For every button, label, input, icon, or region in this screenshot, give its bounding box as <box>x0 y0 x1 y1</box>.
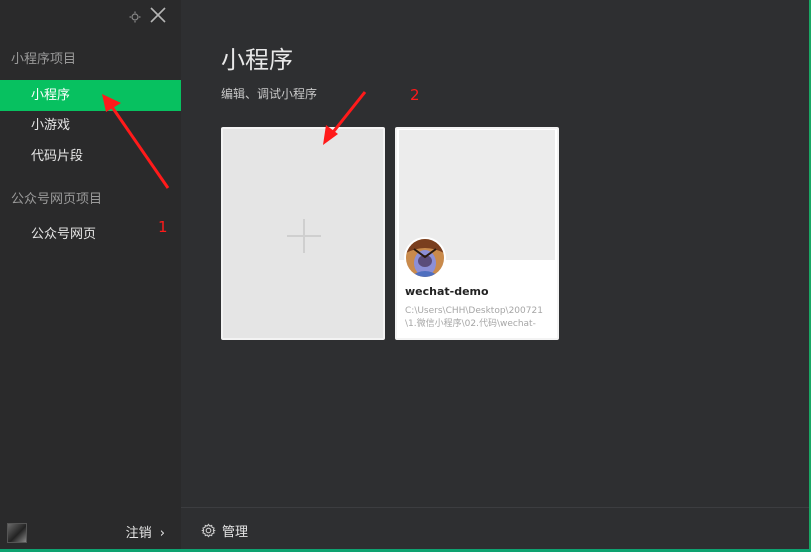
chevron-right-icon: › <box>159 526 165 541</box>
sidebar-item-miniprogram[interactable]: 小程序 <box>0 80 181 111</box>
annotation-number-2: 2 <box>410 86 420 104</box>
page-subtitle: 编辑、调试小程序 <box>221 87 318 101</box>
sidebar: 小程序项目 小程序 小游戏 代码片段 公众号网页项目 公众号网页 注销 › <box>0 0 181 552</box>
window-controls <box>129 6 167 28</box>
logout-button[interactable]: 注销 › <box>126 522 165 541</box>
manage-label: 管理 <box>222 525 249 540</box>
annotation-number-1: 1 <box>158 218 168 236</box>
main-footer: 管理 <box>181 507 811 552</box>
group-title-miniprogram: 小程序项目 <box>11 52 77 67</box>
plus-icon <box>287 219 321 253</box>
new-project-card[interactable] <box>221 127 385 340</box>
project-card[interactable]: wechat-demo C:\Users\CHH\Desktop\200721\… <box>395 127 559 340</box>
sidebar-item-code-snippet[interactable]: 代码片段 <box>0 141 181 172</box>
sidebar-item-minigame[interactable]: 小游戏 <box>0 110 181 141</box>
project-name: wechat-demo <box>405 285 489 298</box>
settings-small-icon[interactable] <box>129 8 141 27</box>
close-icon[interactable] <box>149 6 167 28</box>
project-avatar <box>404 237 446 279</box>
group-title-official-account: 公众号网页项目 <box>11 192 103 207</box>
sidebar-item-official-account-web[interactable]: 公众号网页 <box>0 219 181 250</box>
gear-icon <box>201 523 216 538</box>
page-title: 小程序 <box>221 46 293 74</box>
sidebar-footer: 注销 › <box>0 510 181 552</box>
manage-button[interactable]: 管理 <box>201 521 248 540</box>
avatar[interactable] <box>7 523 27 543</box>
main-panel: 小程序 编辑、调试小程序 wechat-demo C:\Users\CHH\De… <box>181 0 811 552</box>
project-path: C:\Users\CHH\Desktop\200721\1.微信小程序\02.代… <box>405 306 543 329</box>
logout-label: 注销 <box>125 526 152 541</box>
